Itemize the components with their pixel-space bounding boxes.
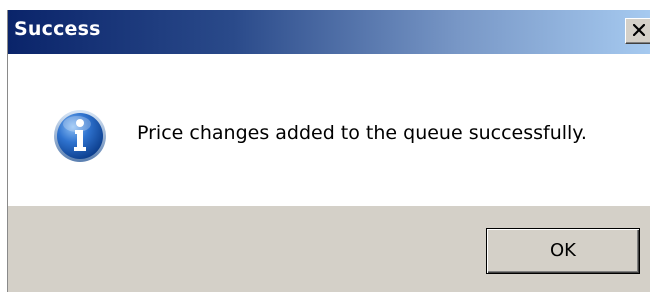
ok-button[interactable]: OK [486,228,640,274]
window-title: Success [14,18,101,40]
close-button[interactable] [625,18,650,44]
dialog-message: Price changes added to the queue success… [137,122,587,144]
button-bar: OK [8,206,650,292]
title-bar[interactable]: Success [8,10,650,54]
close-x-icon [633,24,645,36]
information-icon [54,110,106,162]
message-dialog: Success Price changes added to the queue… [7,10,650,292]
dialog-body: Price changes added to the queue success… [8,54,650,206]
